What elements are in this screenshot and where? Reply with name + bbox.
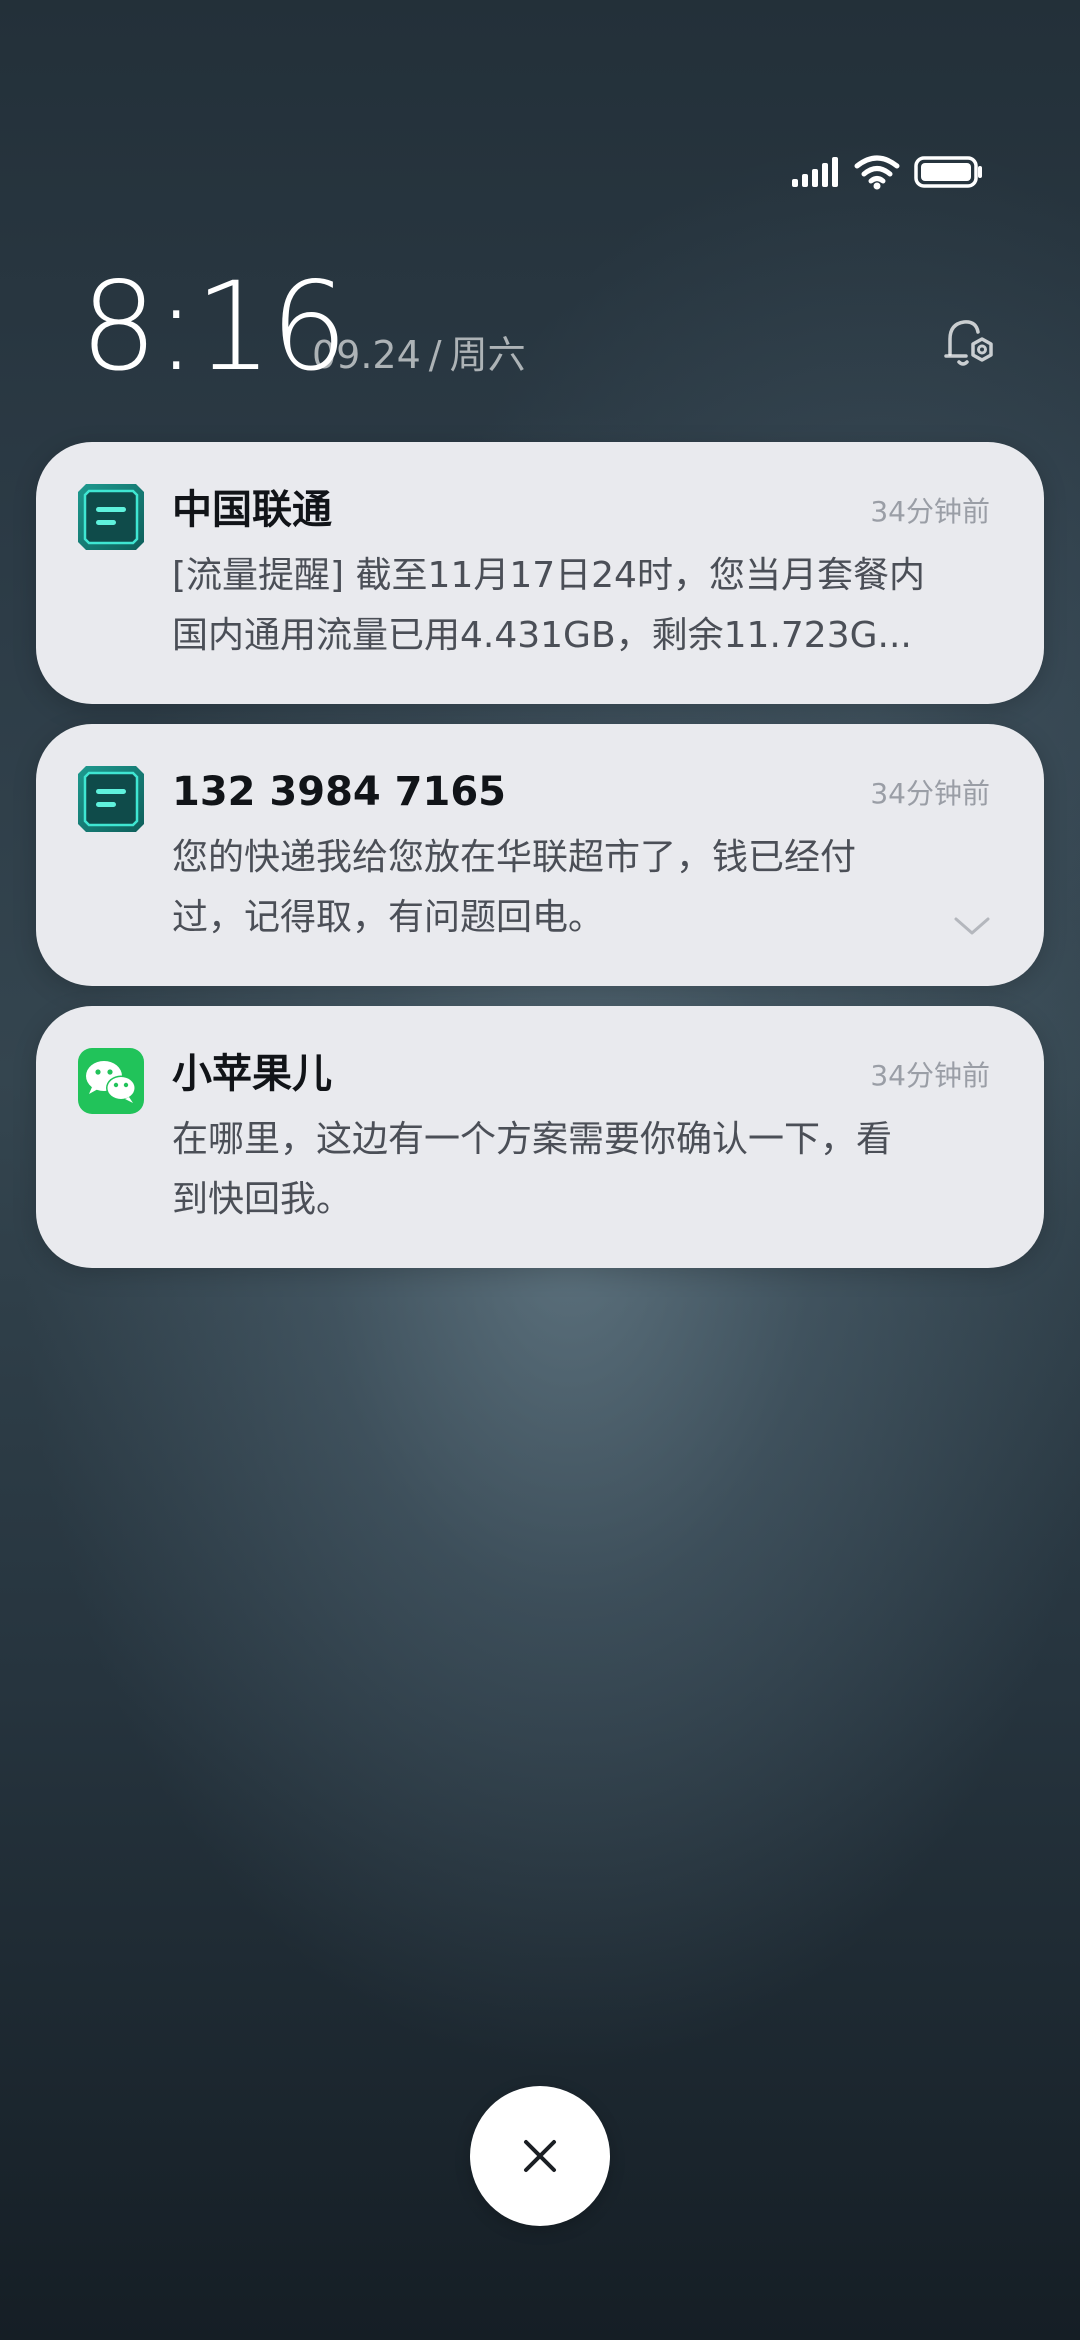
notification-card-sms[interactable]: 132 3984 7165 34分钟前 您的快递我给您放在华联超市了，钱已经付 … xyxy=(36,724,1044,986)
notification-body-line: 您的快递我给您放在华联超市了，钱已经付 xyxy=(172,837,857,878)
notification-time: 34分钟前 xyxy=(870,1059,990,1092)
notification-body-line: 到快回我。 xyxy=(172,1179,353,1220)
close-icon xyxy=(524,2140,556,2172)
status-bar xyxy=(790,150,984,194)
date-separator: / xyxy=(428,333,442,377)
clock-time: 8:16 xyxy=(80,256,348,398)
sms-message-icon xyxy=(78,766,144,832)
unicom-message-icon xyxy=(78,484,144,550)
notification-time: 34分钟前 xyxy=(870,495,990,528)
clear-notifications-button[interactable] xyxy=(470,2086,610,2226)
notification-body: 在哪里，这边有一个方案需要你确认一下，看 到快回我。 xyxy=(172,1110,1002,1230)
notification-body: 您的快递我给您放在华联超市了，钱已经付 过，记得取，有问题回电。 xyxy=(172,828,1002,948)
chevron-down-icon[interactable] xyxy=(952,914,992,938)
notification-body-line: 国内通用流量已用4.431GB，剩余11.723G... xyxy=(172,615,912,656)
signal-icon xyxy=(792,157,838,187)
notification-card-wechat[interactable]: 小苹果儿 34分钟前 在哪里，这边有一个方案需要你确认一下，看 到快回我。 xyxy=(36,1006,1044,1268)
notification-body-line: [流量提醒] 截至11月17日24时，您当月套餐内 xyxy=(172,555,925,596)
weekday: 周六 xyxy=(449,333,526,377)
notification-body: [流量提醒] 截至11月17日24时，您当月套餐内 国内通用流量已用4.431G… xyxy=(172,546,1002,666)
wifi-icon xyxy=(854,155,900,190)
notification-time: 34分钟前 xyxy=(870,777,990,810)
notification-body-line: 在哪里，这边有一个方案需要你确认一下，看 xyxy=(172,1119,893,1160)
notification-body-line: 过，记得取，有问题回电。 xyxy=(172,897,605,938)
battery-icon xyxy=(914,156,982,188)
notification-card-unicom[interactable]: 中国联通 34分钟前 [流量提醒] 截至11月17日24时，您当月套餐内 国内通… xyxy=(36,442,1044,704)
date-value: 09.24 xyxy=(312,333,421,377)
wechat-icon xyxy=(78,1048,144,1114)
notification-title: 132 3984 7165 xyxy=(172,769,507,815)
lockscreen-clock: 8:16 09.24/周六 xyxy=(80,262,1000,392)
notification-title: 中国联通 xyxy=(172,487,332,533)
clock-date: 09.24/周六 xyxy=(312,330,526,380)
notification-settings-icon[interactable] xyxy=(936,312,1000,376)
notification-title: 小苹果儿 xyxy=(172,1051,332,1097)
